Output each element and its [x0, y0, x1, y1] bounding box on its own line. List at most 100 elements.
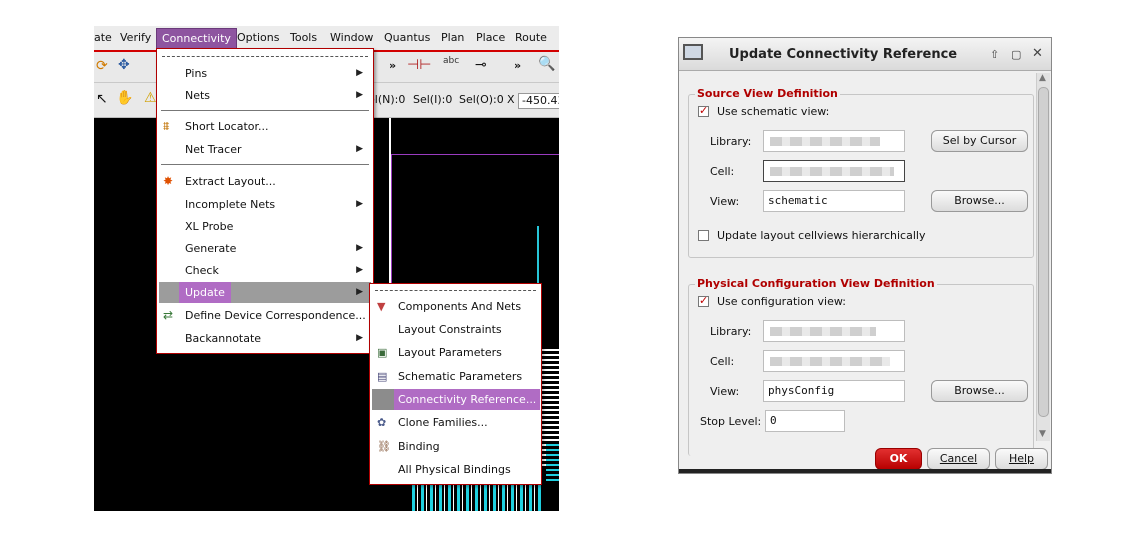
maximize-icon[interactable]: ▢: [1011, 48, 1021, 61]
menu-window[interactable]: Window: [330, 31, 373, 44]
menu-item-short-locator[interactable]: ⩩ Short Locator...: [159, 116, 371, 137]
submenu-item-binding[interactable]: ⛓ Binding: [372, 436, 539, 457]
use-schematic-label: Use schematic view:: [717, 105, 830, 118]
use-schematic-checkbox[interactable]: ✓: [698, 104, 709, 117]
physical-library-field[interactable]: [763, 320, 905, 342]
menu-create[interactable]: ate: [94, 31, 112, 44]
x-coordinate-field[interactable]: -450.43: [518, 93, 559, 109]
stop-icon[interactable]: ✋: [116, 90, 133, 106]
scroll-down-icon[interactable]: ▼: [1039, 429, 1046, 439]
menu-item-label: Pins: [185, 67, 208, 80]
move-icon[interactable]: ✥: [118, 57, 130, 73]
menu-connectivity[interactable]: Connectivity: [156, 28, 237, 49]
use-config-label: Use configuration view:: [717, 295, 846, 308]
submenu-item-layout-parameters[interactable]: ▣ Layout Parameters: [372, 342, 539, 363]
menu-tearoff[interactable]: [162, 56, 368, 57]
redo-icon[interactable]: ⟳: [96, 58, 108, 74]
clone-families-icon: ✿: [377, 416, 387, 429]
physical-cell-field[interactable]: [763, 350, 905, 372]
ok-button[interactable]: OK: [875, 448, 922, 470]
label-icon[interactable]: abc: [443, 56, 459, 66]
submenu-item-label: Binding: [398, 440, 440, 453]
submenu-item-clone-families[interactable]: ✿ Clone Families...: [372, 412, 539, 433]
menu-options[interactable]: Options: [237, 31, 279, 44]
canvas-wire: [391, 154, 559, 155]
menu-place[interactable]: Place: [476, 31, 505, 44]
sel-by-cursor-button[interactable]: Sel by Cursor: [931, 130, 1028, 152]
stop-level-field[interactable]: 0: [765, 410, 845, 432]
probe-icon[interactable]: ⊸: [475, 57, 487, 73]
menu-plan[interactable]: Plan: [441, 31, 464, 44]
layout-parameters-icon: ▣: [377, 346, 388, 359]
source-view-heading: Source View Definition: [695, 87, 840, 100]
menu-item-pins[interactable]: Pins ▶: [159, 63, 371, 84]
submenu-item-connectivity-reference[interactable]: Connectivity Reference...: [372, 389, 541, 410]
submenu-item-components-and-nets[interactable]: ▼ Components And Nets: [372, 296, 539, 317]
dialog-scrollbar[interactable]: ▲ ▼: [1036, 73, 1050, 441]
window-app-icon: [683, 44, 703, 60]
source-view-group: Source View Definition ✓ Use schematic v…: [688, 87, 1034, 258]
x-label: X: [507, 93, 515, 106]
source-library-field[interactable]: [763, 130, 905, 152]
components-nets-icon: ▼: [377, 300, 386, 313]
canvas-layout-pattern: [412, 482, 542, 511]
menu-item-generate[interactable]: Generate ▶: [159, 238, 371, 259]
menu-item-update[interactable]: Update ▶: [159, 282, 371, 303]
menu-item-backannotate[interactable]: Backannotate ▶: [159, 328, 371, 349]
use-config-checkbox[interactable]: ✓: [698, 294, 709, 307]
source-cell-field[interactable]: [763, 160, 905, 182]
physical-view-field[interactable]: physConfig: [763, 380, 905, 402]
redacted-value: [770, 357, 890, 366]
scrollbar-thumb[interactable]: [1038, 87, 1049, 417]
menu-item-incomplete-nets[interactable]: Incomplete Nets ▶: [159, 194, 371, 215]
menu-item-nets[interactable]: Nets ▶: [159, 85, 371, 106]
terminal-strip: [679, 469, 1051, 473]
menu-item-label: Update: [179, 282, 231, 303]
cancel-button[interactable]: Cancel: [927, 448, 990, 470]
menu-item-label: Net Tracer: [185, 143, 242, 156]
menu-tools[interactable]: Tools: [290, 31, 317, 44]
scroll-up-icon[interactable]: ▲: [1039, 73, 1046, 83]
connectivity-menu: Pins ▶ Nets ▶ ⩩ Short Locator... Net Tra…: [156, 48, 374, 354]
submenu-item-schematic-parameters[interactable]: ▤ Schematic Parameters: [372, 366, 539, 387]
stop-level-label: Stop Level:: [700, 415, 762, 428]
schematic-parameters-icon: ▤: [377, 370, 388, 383]
submenu-item-layout-constraints[interactable]: Layout Constraints: [372, 319, 539, 340]
dialog-titlebar[interactable]: Update Connectivity Reference ⇧ ▢ ✕: [679, 38, 1051, 71]
shade-icon[interactable]: ⇧: [990, 48, 999, 61]
submenu-item-all-physical-bindings[interactable]: All Physical Bindings: [372, 459, 539, 480]
toolbar-overflow-icon[interactable]: »: [389, 59, 396, 72]
submenu-arrow-icon: ▶: [356, 287, 363, 297]
menu-item-extract-layout[interactable]: ✸ Extract Layout...: [159, 171, 371, 192]
menu-item-define-device-correspondence[interactable]: ⇄ Define Device Correspondence...: [159, 305, 371, 326]
menu-verify[interactable]: Verify: [120, 31, 151, 44]
toolbar-overflow-icon-2[interactable]: »: [514, 59, 521, 72]
submenu-item-label: Schematic Parameters: [398, 370, 523, 383]
physical-config-group: Physical Configuration View Definition ✓…: [688, 277, 1034, 456]
help-button[interactable]: Help: [995, 448, 1048, 470]
close-icon[interactable]: ✕: [1032, 46, 1043, 61]
source-library-label: Library:: [710, 135, 752, 148]
physical-browse-button[interactable]: Browse...: [931, 380, 1028, 402]
menu-route[interactable]: Route: [515, 31, 547, 44]
redacted-value: [770, 137, 880, 146]
menu-tearoff[interactable]: [375, 290, 536, 291]
menu-item-net-tracer[interactable]: Net Tracer ▶: [159, 139, 371, 160]
menu-quantus[interactable]: Quantus: [384, 31, 430, 44]
sel-o-readout: Sel(O):0: [459, 93, 504, 106]
menu-item-check[interactable]: Check ▶: [159, 260, 371, 281]
update-hierarchically-checkbox[interactable]: [698, 230, 709, 241]
menu-item-label: XL Probe: [185, 220, 234, 233]
select-icon[interactable]: ↖: [96, 91, 108, 107]
canvas-layout-pattern: [546, 441, 559, 481]
warning-icon[interactable]: ⚠: [144, 90, 157, 106]
submenu-item-label: All Physical Bindings: [398, 463, 511, 476]
menu-item-xl-probe[interactable]: XL Probe: [159, 216, 371, 237]
source-view-field[interactable]: schematic: [763, 190, 905, 212]
submenu-item-label: Layout Constraints: [398, 323, 502, 336]
submenu-arrow-icon: ▶: [356, 144, 363, 154]
pin-add-icon[interactable]: ⊣⊢: [407, 57, 431, 73]
zoom-icon[interactable]: 🔍: [538, 56, 555, 72]
source-browse-button[interactable]: Browse...: [931, 190, 1028, 212]
submenu-item-label: Layout Parameters: [398, 346, 502, 359]
